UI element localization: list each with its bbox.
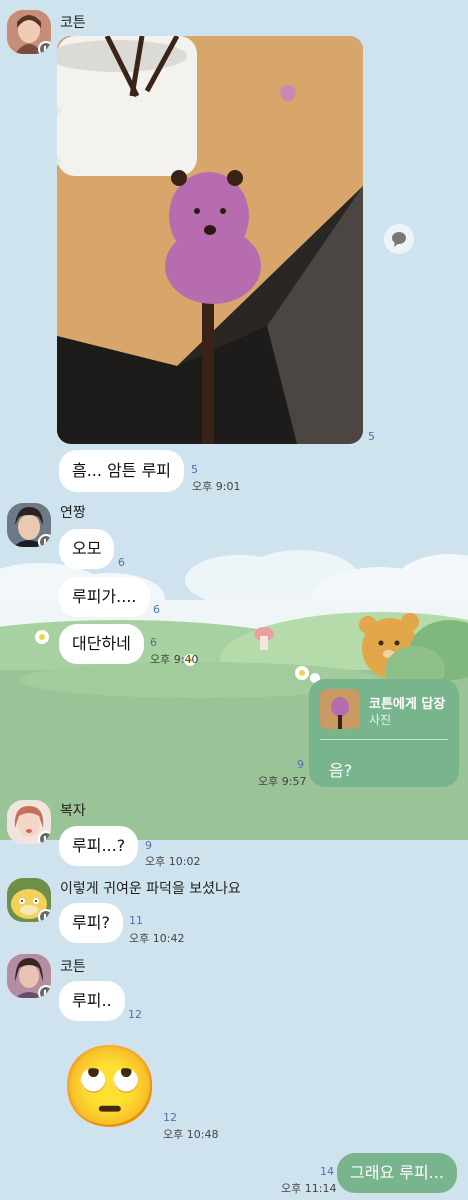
read-count: 9 xyxy=(297,758,304,771)
reply-message-bubble[interactable]: 코튼에게 답장 사진 음? xyxy=(309,679,459,787)
message-time: 오후 10:48 xyxy=(163,1128,219,1141)
read-count: 14 xyxy=(320,1165,334,1178)
sender-name: 복자 xyxy=(60,803,86,819)
avatar-cotton-2[interactable] xyxy=(7,954,51,998)
message-bubble[interactable]: 루피? xyxy=(59,903,123,943)
avatar-cotton-1[interactable] xyxy=(7,10,51,54)
message-bubble[interactable]: 오모 xyxy=(59,529,115,569)
sender-name: 연짱 xyxy=(60,505,86,521)
reply-thumbnail-image xyxy=(320,689,360,729)
read-count: 6 xyxy=(153,603,160,616)
message-bubble[interactable]: 루피가.... xyxy=(59,577,150,617)
reply-text: 음? xyxy=(329,761,353,780)
share-button[interactable] xyxy=(384,224,414,254)
read-count: 5 xyxy=(191,463,198,476)
message-time: 오후 9:57 xyxy=(258,775,307,788)
read-count: 12 xyxy=(163,1111,177,1124)
sender-name: 코튼 xyxy=(60,15,86,31)
shared-photo[interactable] xyxy=(57,36,363,444)
message-bubble[interactable]: 루피.. xyxy=(59,981,125,1021)
read-count: 6 xyxy=(150,636,157,649)
read-count: 11 xyxy=(129,914,143,927)
message-time: 오후 9:40 xyxy=(150,653,199,666)
avatar-psyduck[interactable] xyxy=(7,878,51,922)
reply-subtitle: 사진 xyxy=(369,713,392,727)
message-time: 오후 10:42 xyxy=(129,932,185,945)
photo-image xyxy=(57,36,363,444)
profile-badge-icon xyxy=(38,909,51,922)
sender-name: 이렇게 귀여운 파덕을 보셨나요 xyxy=(60,881,241,897)
avatar-bokja[interactable] xyxy=(7,800,51,844)
message-time: 오후 10:02 xyxy=(145,855,201,868)
message-time: 오후 11:14 xyxy=(281,1182,337,1195)
message-bubble[interactable]: 루피...? xyxy=(59,826,139,866)
speech-bubble-icon xyxy=(392,232,406,247)
profile-badge-icon xyxy=(38,831,51,844)
profile-badge-icon xyxy=(38,534,51,547)
sender-name: 코튼 xyxy=(60,959,86,975)
my-message-bubble[interactable]: 그래요 루피... xyxy=(337,1153,457,1193)
reply-title: 코튼에게 답장 xyxy=(369,697,446,712)
read-count: 5 xyxy=(368,430,375,443)
profile-badge-icon xyxy=(38,985,51,998)
profile-badge-icon xyxy=(38,41,51,54)
reply-divider xyxy=(320,739,448,740)
emoji-message[interactable]: 🙄 xyxy=(60,1040,160,1134)
message-bubble[interactable]: 흠... 암튼 루피 xyxy=(59,450,185,492)
read-count: 12 xyxy=(128,1008,142,1021)
message-time: 오후 9:01 xyxy=(192,480,241,493)
reply-thumbnail xyxy=(320,689,360,729)
read-count: 6 xyxy=(118,556,125,569)
read-count: 9 xyxy=(145,839,152,852)
message-bubble[interactable]: 대단하네 xyxy=(59,624,144,664)
avatar-yeonjjang[interactable] xyxy=(7,503,51,547)
